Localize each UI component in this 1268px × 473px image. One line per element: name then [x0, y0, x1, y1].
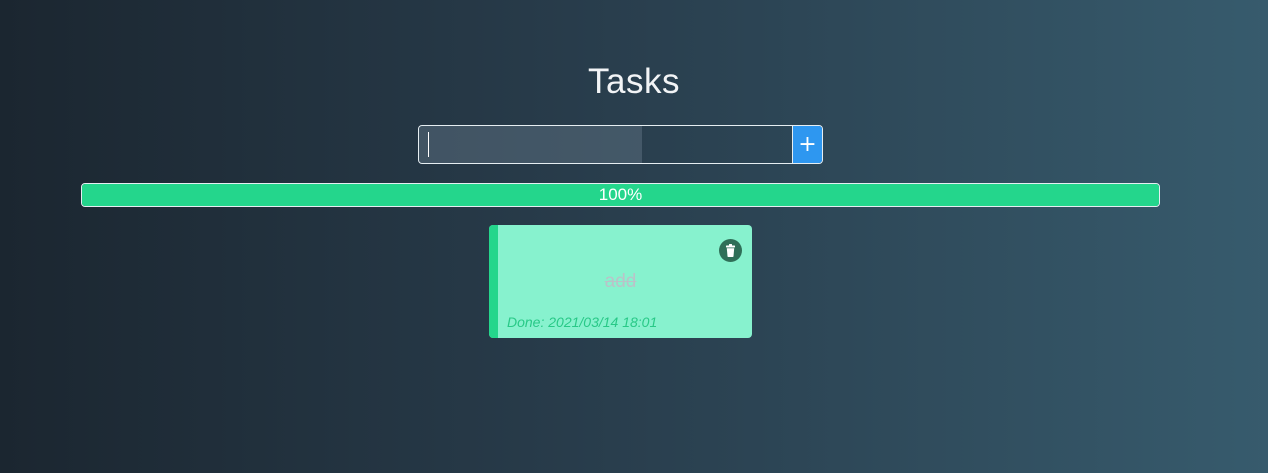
- task-input[interactable]: [419, 126, 642, 163]
- task-card[interactable]: add Done: 2021/03/14 18:01: [489, 225, 752, 338]
- trash-icon: [726, 244, 735, 257]
- delete-task-button[interactable]: [719, 239, 742, 262]
- add-task-button[interactable]: +: [792, 126, 822, 163]
- task-done-timestamp: Done: 2021/03/14 18:01: [507, 314, 658, 330]
- task-text: add: [604, 271, 637, 292]
- task-input-wrapper: [419, 126, 792, 163]
- progress-bar: 100%: [81, 183, 1160, 207]
- text-caret: [428, 132, 429, 157]
- add-task-form: +: [418, 125, 823, 164]
- progress-label: 100%: [598, 185, 643, 204]
- page-title: Tasks: [588, 62, 680, 101]
